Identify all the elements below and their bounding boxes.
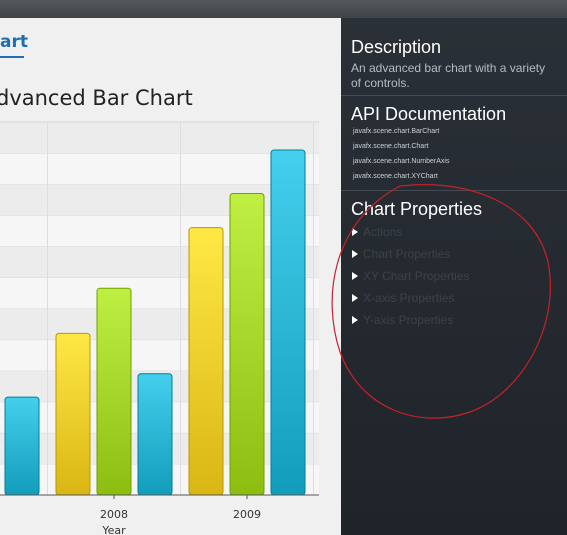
bar <box>270 149 306 496</box>
window-top-bar <box>0 0 567 18</box>
api-link-numberaxis[interactable]: javafx.scene.chart.NumberAxis <box>353 158 449 165</box>
property-label: X-axis Properties <box>363 291 455 305</box>
expand-triangle-icon <box>352 316 358 324</box>
bar <box>137 373 173 496</box>
property-label: XY Chart Properties <box>363 269 470 283</box>
x-tick-label: 2009 <box>233 508 261 521</box>
property-label: Actions <box>363 225 403 239</box>
api-heading: API Documentation <box>351 104 507 124</box>
bar <box>188 227 224 496</box>
divider <box>341 95 567 96</box>
property-item-actions[interactable]: Actions <box>352 224 402 240</box>
description-heading: Description <box>351 37 442 57</box>
expand-triangle-icon <box>352 294 358 302</box>
bar-chart: 2008 2009 Year <box>0 121 319 535</box>
x-axis-title: Year <box>101 524 126 535</box>
x-tick-label: 2008 <box>100 508 128 521</box>
expand-triangle-icon <box>352 250 358 258</box>
description-text: An advanced bar chart with a variety of … <box>351 61 546 90</box>
bar <box>55 332 91 496</box>
property-item-chart[interactable]: Chart Properties <box>352 246 450 262</box>
main-content: art dvanced Bar Chart 2008 2009 Year <box>0 18 341 535</box>
property-label: Y-axis Properties <box>363 313 454 327</box>
divider <box>341 190 567 191</box>
api-link-xychart[interactable]: javafx.scene.chart.XYChart <box>353 173 438 180</box>
expand-triangle-icon <box>352 228 358 236</box>
bar <box>96 287 132 496</box>
properties-heading: Chart Properties <box>351 199 483 219</box>
api-link-barchart[interactable]: javafx.scene.chart.BarChart <box>353 128 439 135</box>
property-item-xychart[interactable]: XY Chart Properties <box>352 268 470 284</box>
sidebar: Description An advanced bar chart with a… <box>341 18 567 535</box>
bar <box>4 396 40 496</box>
expand-triangle-icon <box>352 272 358 280</box>
property-label: Chart Properties <box>363 247 451 261</box>
property-item-yaxis[interactable]: Y-axis Properties <box>352 312 453 328</box>
property-item-xaxis[interactable]: X-axis Properties <box>352 290 454 306</box>
api-link-chart[interactable]: javafx.scene.chart.Chart <box>353 143 428 150</box>
bar <box>229 192 265 496</box>
